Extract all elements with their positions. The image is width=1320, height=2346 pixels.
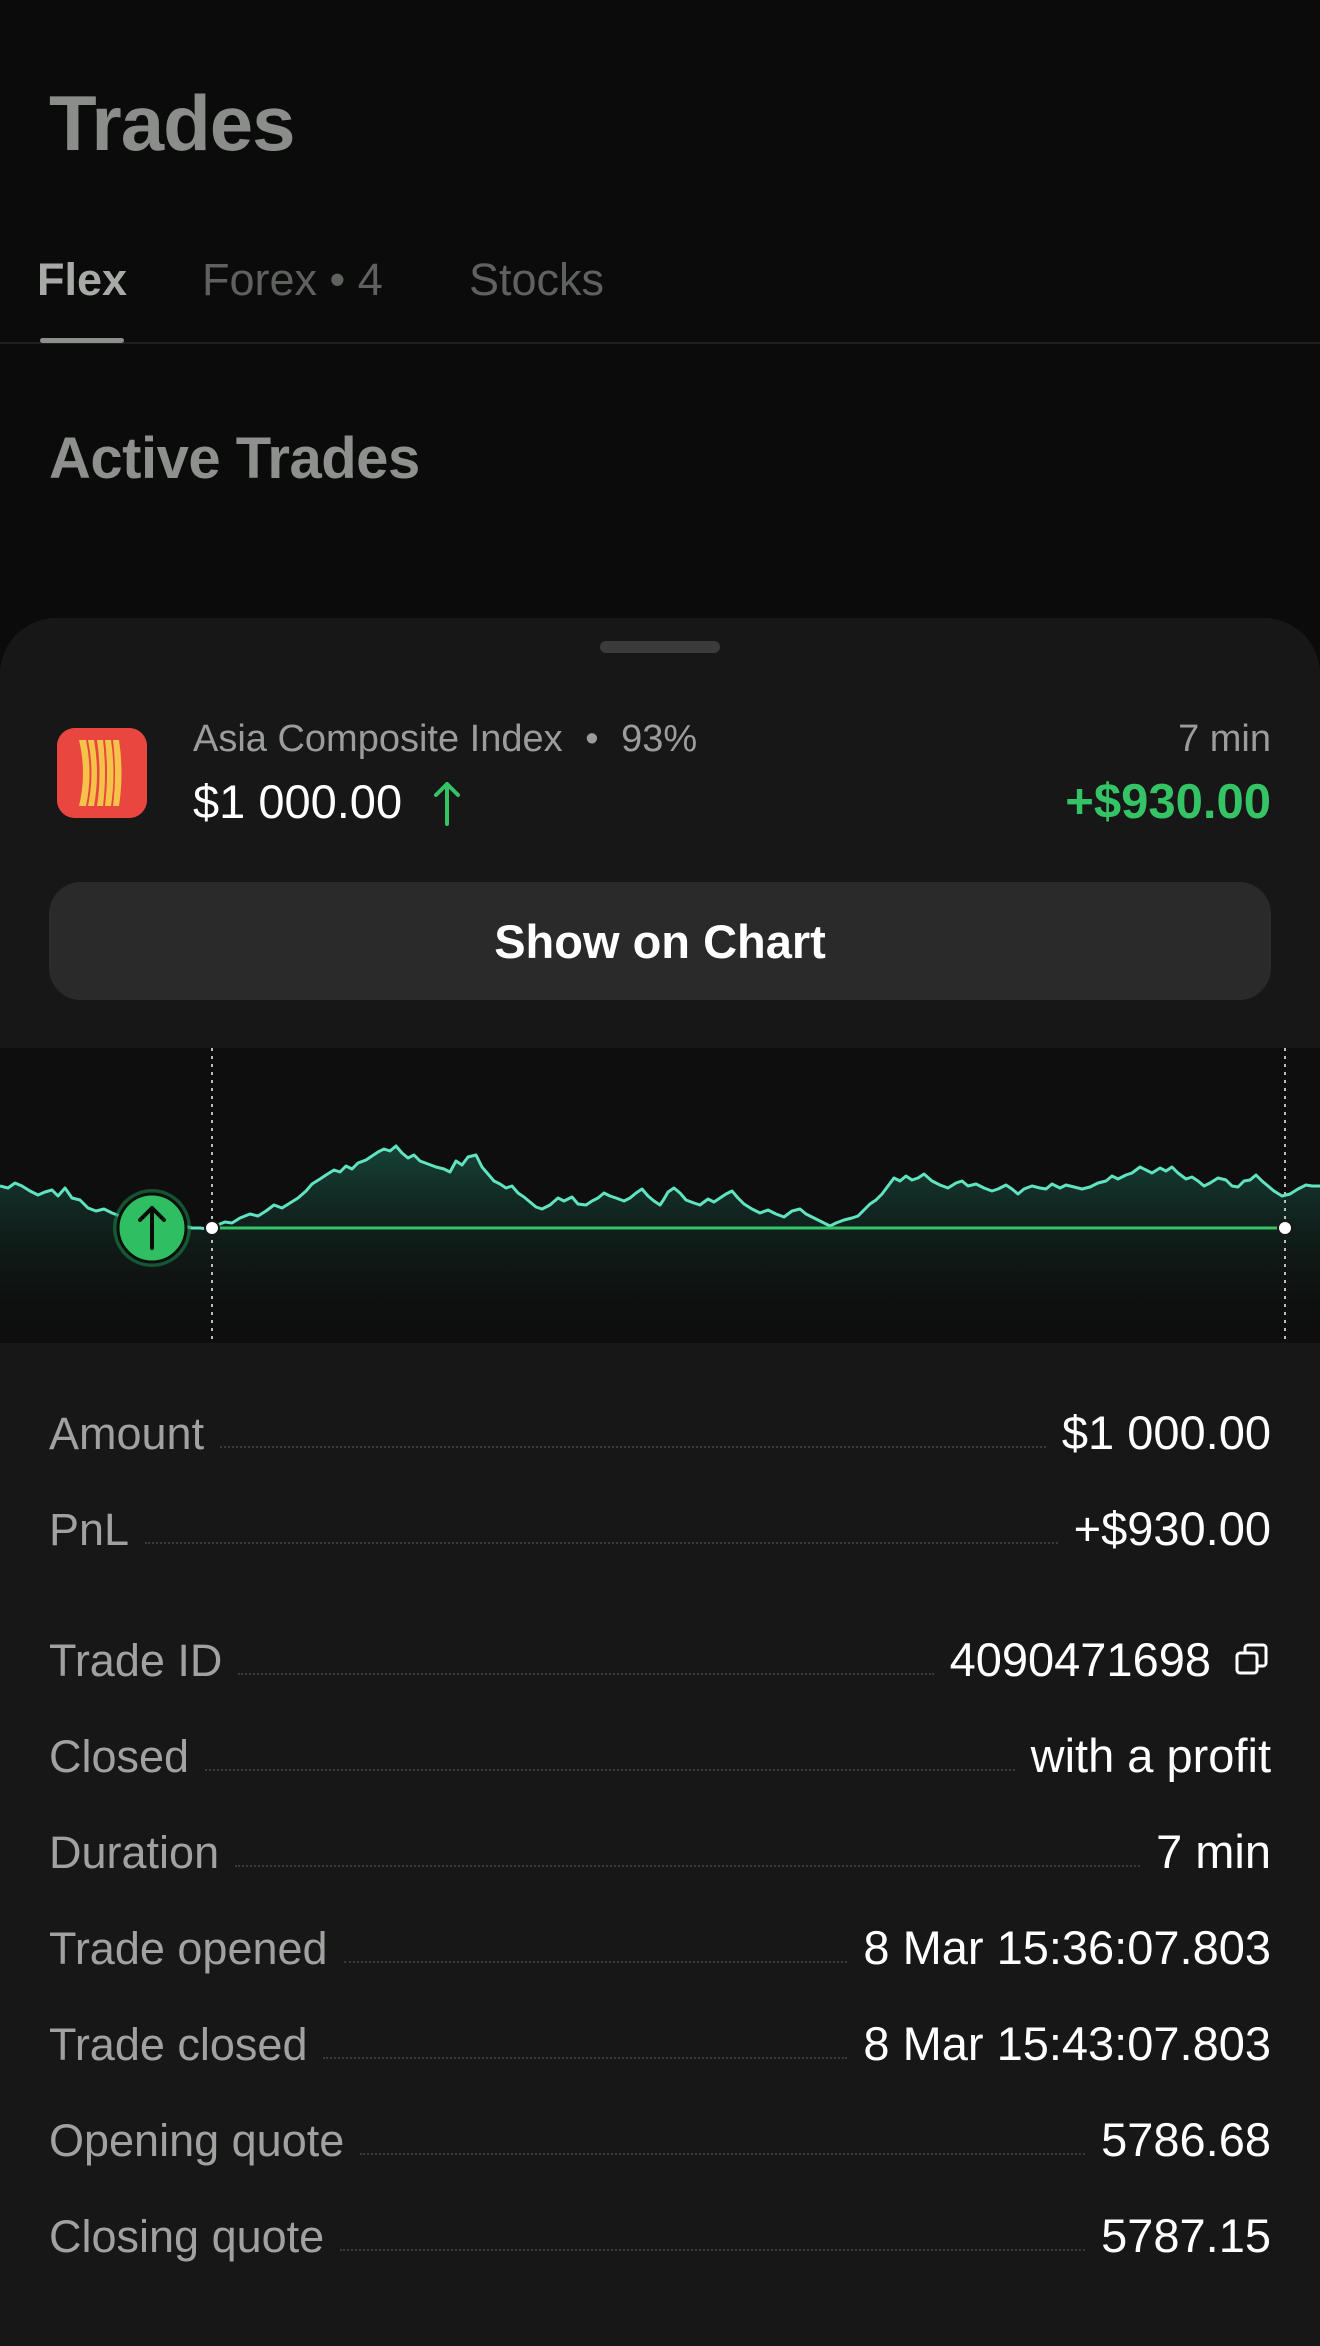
asset-separator: • <box>585 718 599 760</box>
tab-bar: Flex Forex • 4 Stocks <box>0 250 1320 344</box>
detail-value: $1 000.00 <box>1061 1406 1271 1459</box>
trade-amount: $1 000.00 <box>193 775 403 828</box>
detail-label: Opening quote <box>49 2115 345 2166</box>
show-on-chart-button[interactable]: Show on Chart <box>49 882 1271 1000</box>
tab-flex[interactable]: Flex <box>37 254 127 306</box>
asean-emblem-icon <box>57 728 147 818</box>
detail-row-duration: Duration 7 min <box>49 1819 1271 1879</box>
trade-details-sheet: Asia Composite Index • 93% $1 000.00 7 m… <box>0 618 1320 2346</box>
detail-value: +$930.00 <box>1073 1502 1271 1555</box>
detail-label: Trade ID <box>49 1635 223 1686</box>
detail-row-pnl: PnL +$930.00 <box>49 1496 1271 1556</box>
open-point <box>204 1220 220 1236</box>
detail-row-closing-quote: Closing quote 5787.15 <box>49 2203 1271 2263</box>
detail-row-amount: Amount $1 000.00 <box>49 1400 1271 1460</box>
detail-label: Trade closed <box>49 2019 308 2070</box>
detail-value: 5787.15 <box>1101 2209 1271 2262</box>
detail-label: Duration <box>49 1827 220 1878</box>
arrow-up-icon <box>434 782 460 826</box>
direction-up-badge-icon <box>113 1189 191 1267</box>
trade-duration: 7 min <box>1178 718 1271 760</box>
detail-value: 7 min <box>1156 1825 1271 1878</box>
detail-value: 8 Mar 15:43:07.803 <box>863 2017 1271 2070</box>
detail-label: Amount <box>49 1408 205 1459</box>
trades-page-background: Trades Flex Forex • 4 Stocks Active Trad… <box>0 0 1320 640</box>
detail-value: 8 Mar 15:36:07.803 <box>863 1921 1271 1974</box>
active-tab-indicator <box>40 338 124 343</box>
detail-row-opening-quote: Opening quote 5786.68 <box>49 2107 1271 2167</box>
tab-stocks[interactable]: Stocks <box>469 254 604 306</box>
tab-forex[interactable]: Forex • 4 <box>202 254 383 306</box>
sheet-grabber[interactable] <box>600 641 720 653</box>
trade-mini-chart[interactable] <box>0 1048 1320 1343</box>
trade-id-value: 4090471698 <box>949 1633 1211 1686</box>
detail-label: Trade opened <box>49 1923 328 1974</box>
trade-profit: +$930.00 <box>1065 775 1271 829</box>
detail-row-trade-closed: Trade closed 8 Mar 15:43:07.803 <box>49 2011 1271 2071</box>
copy-icon[interactable] <box>1233 1641 1271 1679</box>
detail-label: Closing quote <box>49 2211 325 2262</box>
asset-name: Asia Composite Index <box>193 718 563 760</box>
detail-row-trade-opened: Trade opened 8 Mar 15:36:07.803 <box>49 1915 1271 1975</box>
section-title: Active Trades <box>49 426 420 491</box>
detail-value: with a profit <box>1030 1729 1271 1782</box>
detail-label: Closed <box>49 1731 190 1782</box>
detail-row-trade-id: Trade ID 4090471698 <box>49 1627 1271 1687</box>
payout-percent: 93% <box>621 718 698 760</box>
detail-label: PnL <box>49 1504 130 1555</box>
detail-value: 4090471698 <box>950 1632 1271 1687</box>
asset-header: Asia Composite Index • 93% <box>193 718 697 761</box>
detail-row-closed: Closed with a profit <box>49 1723 1271 1783</box>
close-point <box>1277 1220 1293 1236</box>
page-title: Trades <box>49 79 295 167</box>
detail-value: 5786.68 <box>1101 2113 1271 2166</box>
